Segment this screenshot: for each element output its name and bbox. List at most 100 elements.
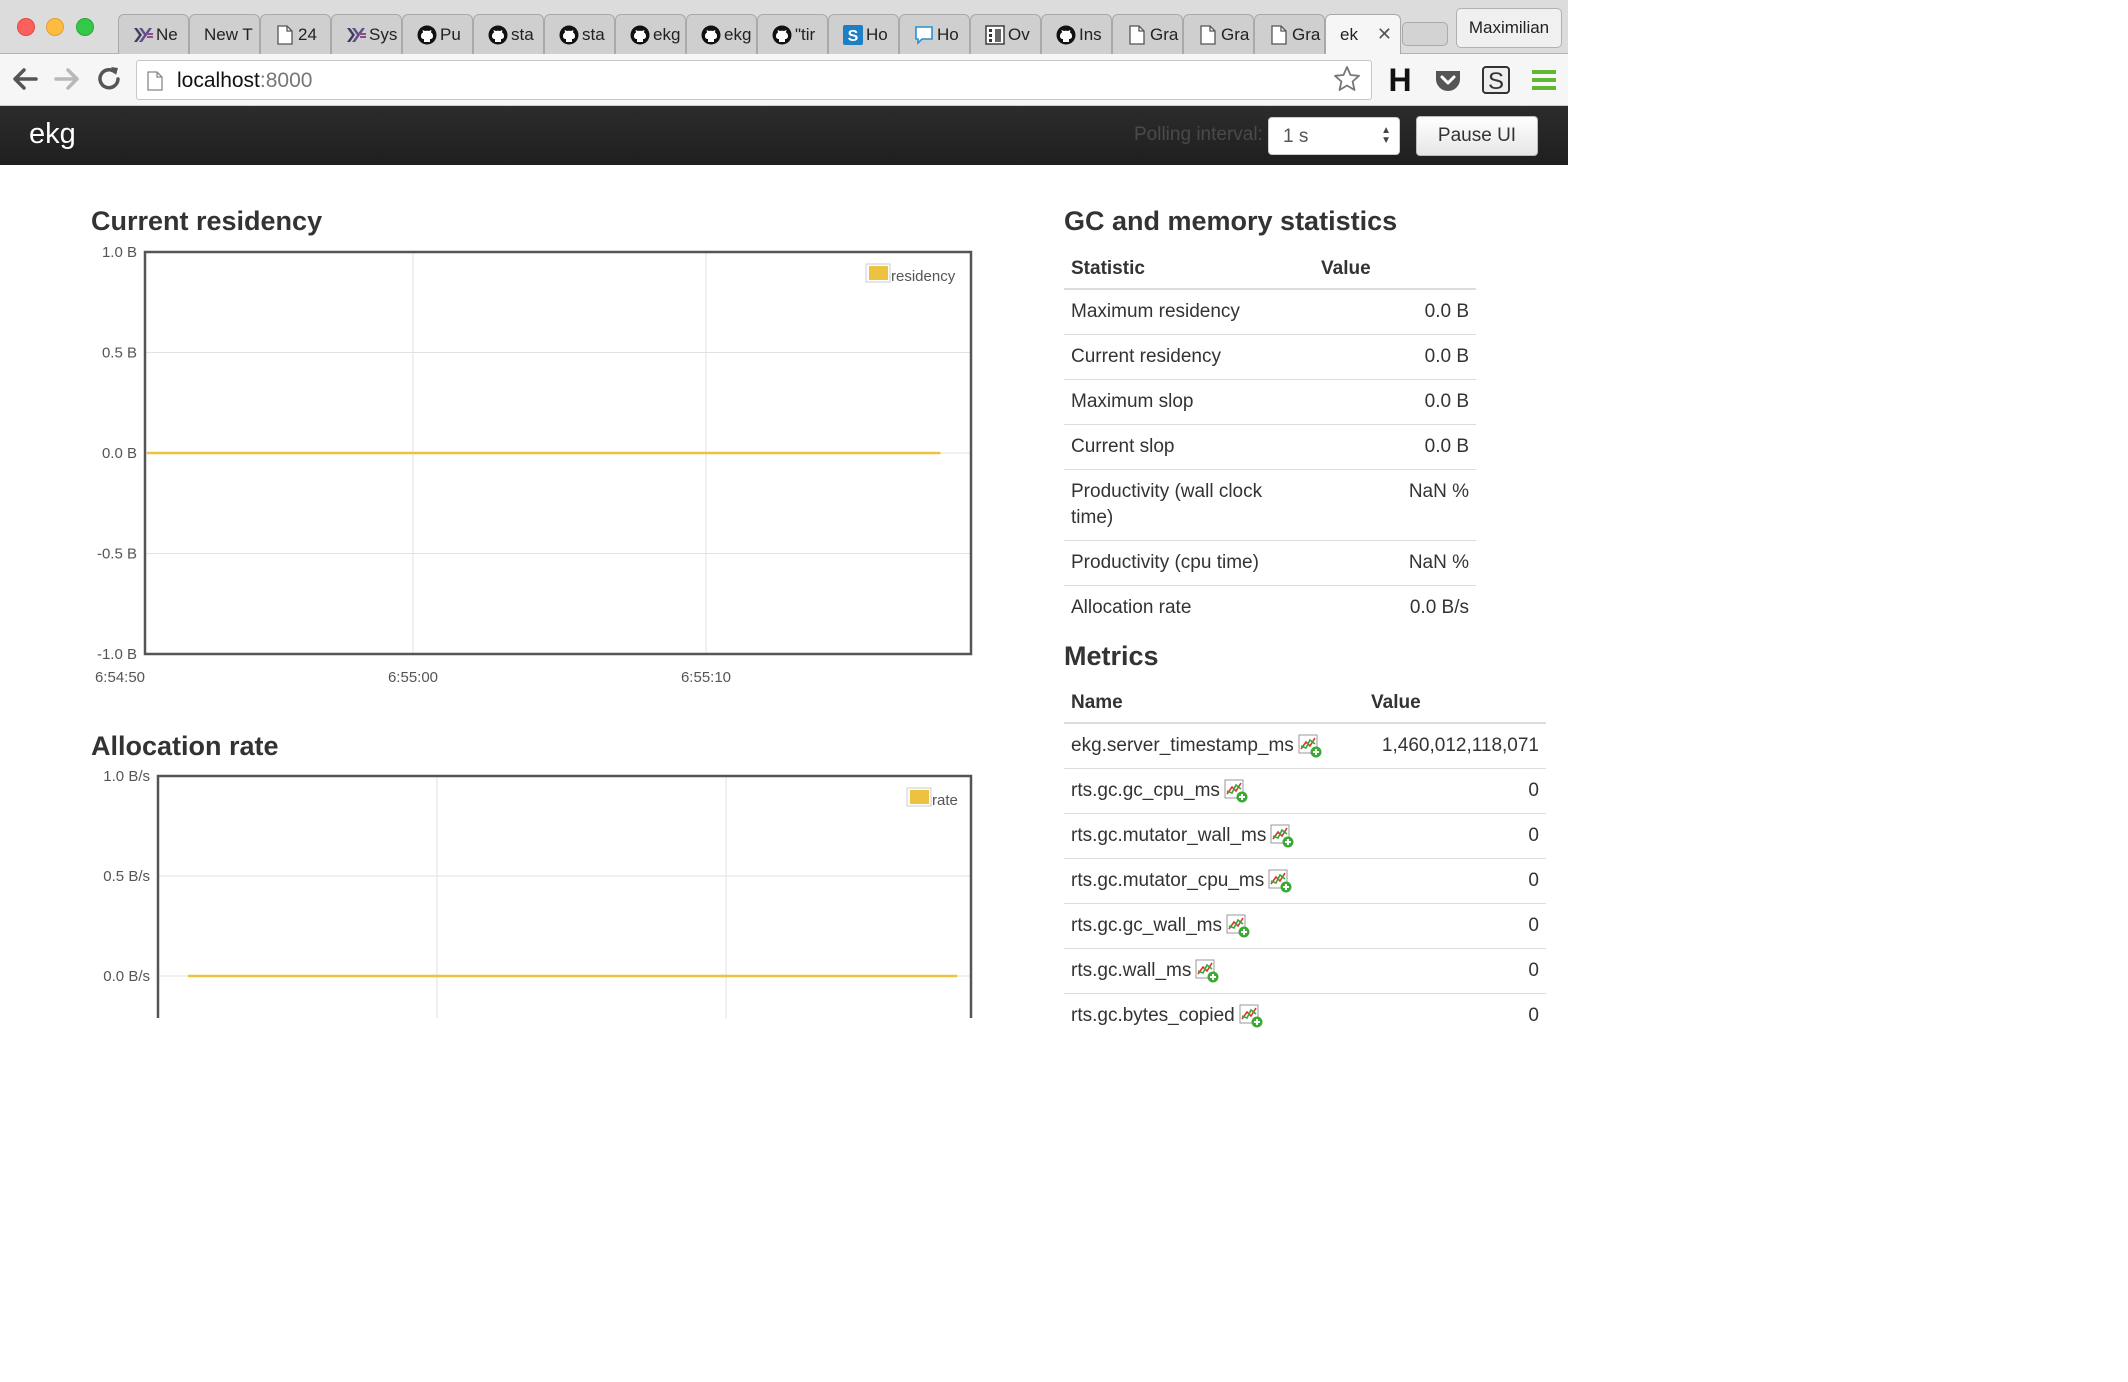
add-graph-icon[interactable] <box>1268 869 1292 893</box>
metric-row: rts.gc.wall_ms 0 <box>1064 948 1546 994</box>
metric-value-column-header: Value <box>1364 684 1546 724</box>
gc-stat-row: Productivity (wall clock time) NaN % <box>1064 469 1476 541</box>
forward-arrow-icon[interactable] <box>52 64 82 94</box>
gc-stat-row: Maximum slop 0.0 B <box>1064 379 1476 425</box>
y-tick-label: 1.0 B <box>102 244 137 261</box>
allocation-chart-title: Allocation rate <box>91 731 279 761</box>
metric-name-cell: rts.gc.mutator_wall_ms <box>1064 813 1364 859</box>
metric-row: rts.gc.mutator_wall_ms 0 <box>1064 813 1546 859</box>
browser-tab[interactable]: Ins <box>1041 14 1112 54</box>
tab-active[interactable]: ek ✕ <box>1325 14 1401 54</box>
gc-stats-table: Statistic Value Maximum residency 0.0 B Cu… <box>1064 250 1476 630</box>
gc-stat-row: Productivity (cpu time) NaN % <box>1064 540 1476 586</box>
x-tick-label: 6:54:50 <box>95 669 145 686</box>
browser-tab[interactable]: "tir <box>757 14 828 54</box>
pocket-extension-icon[interactable] <box>1432 64 1464 96</box>
metric-row: rts.gc.gc_wall_ms 0 <box>1064 903 1546 949</box>
metric-value: 0 <box>1364 993 1546 1038</box>
profile-button[interactable]: Maximilian <box>1456 8 1562 48</box>
browser-tab[interactable]: ekg <box>615 14 686 54</box>
browser-tab[interactable]: Pu <box>402 14 473 54</box>
browser-tab[interactable]: Ne <box>118 14 189 54</box>
browser-tab[interactable]: Gra <box>1112 14 1183 54</box>
add-graph-icon[interactable] <box>1224 779 1248 803</box>
browser-tab[interactable]: S Ho <box>828 14 899 54</box>
github-icon <box>701 25 721 45</box>
gc-stat-value: 0.0 B <box>1314 379 1476 425</box>
metrics-header-row: Name Value <box>1064 684 1546 724</box>
s-extension-icon[interactable]: S <box>1480 64 1512 96</box>
svg-text:S: S <box>1488 68 1504 95</box>
hamburger-menu-icon[interactable] <box>1528 64 1560 96</box>
y-tick-label: -0.5 B <box>97 546 137 563</box>
metrics-title: Metrics <box>1064 641 1159 671</box>
browser-tab[interactable]: Ho <box>899 14 970 54</box>
brand-logo[interactable]: ekg <box>29 118 76 151</box>
bookmark-star-icon[interactable] <box>1333 65 1361 100</box>
metric-name-cell: rts.gc.gc_cpu_ms <box>1064 768 1364 814</box>
residency-chart-title: Current residency <box>91 206 323 236</box>
y-tick-label: 0.0 B/s <box>103 968 150 985</box>
legend-swatch <box>869 266 888 280</box>
metric-name: rts.gc.mutator_cpu_ms <box>1071 870 1265 891</box>
add-graph-icon[interactable] <box>1195 959 1219 983</box>
browser-tab[interactable]: Ov <box>970 14 1041 54</box>
gc-stat-name: Allocation rate <box>1064 585 1314 630</box>
metric-value: 0 <box>1364 903 1546 949</box>
add-graph-icon[interactable] <box>1239 1004 1263 1028</box>
gc-stat-value: 0.0 B <box>1314 288 1476 335</box>
metric-row: rts.gc.bytes_copied 0 <box>1064 993 1546 1038</box>
browser-tab[interactable]: Gra <box>1254 14 1325 54</box>
tab-label: sta <box>582 24 605 44</box>
browser-tab[interactable]: New T <box>189 14 260 54</box>
add-graph-icon[interactable] <box>1298 734 1322 758</box>
metric-name-cell: rts.gc.wall_ms <box>1064 948 1364 994</box>
tab-label: Gra <box>1292 24 1321 44</box>
minimize-window-button[interactable] <box>46 18 64 36</box>
metric-name: rts.gc.gc_cpu_ms <box>1071 780 1220 801</box>
github-icon <box>488 25 508 45</box>
tab-label: ek <box>1340 24 1358 44</box>
gc-stat-row: Current slop 0.0 B <box>1064 424 1476 470</box>
h-extension-icon[interactable]: H <box>1384 64 1416 96</box>
tab-label: ekg <box>653 24 681 44</box>
new-tab-button[interactable] <box>1402 22 1448 46</box>
metric-row: ekg.server_timestamp_ms 1,460,012,118,071 <box>1064 722 1546 769</box>
name-column-header: Name <box>1064 684 1364 724</box>
document-icon <box>1269 24 1289 45</box>
browser-tab[interactable]: ekg <box>686 14 757 54</box>
metric-row: rts.gc.mutator_cpu_ms 0 <box>1064 858 1546 904</box>
polling-interval-select[interactable]: 1 s ▲ ▼ <box>1268 117 1400 155</box>
allocation-chart: 1.0 B/s 0.5 B/s 0.0 B/s rate <box>103 768 973 1018</box>
gc-stat-name: Maximum residency <box>1064 288 1314 335</box>
close-tab-icon[interactable]: ✕ <box>1377 24 1392 45</box>
add-graph-icon[interactable] <box>1226 914 1250 938</box>
address-bar[interactable]: localhost:8000 <box>136 60 1372 100</box>
browser-tab[interactable]: 24 <box>260 14 331 54</box>
metric-name: ekg.server_timestamp_ms <box>1071 735 1294 756</box>
reload-icon[interactable] <box>94 64 124 94</box>
close-window-button[interactable] <box>17 18 35 36</box>
gc-stat-value: NaN % <box>1314 540 1476 586</box>
y-tick-label: -1.0 B <box>97 646 137 663</box>
zoom-window-button[interactable] <box>76 18 94 36</box>
github-icon <box>1056 25 1076 45</box>
browser-tab[interactable]: Gra <box>1183 14 1254 54</box>
gc-stat-row: Maximum residency 0.0 B <box>1064 288 1476 335</box>
browser-tab[interactable]: sta <box>473 14 544 54</box>
metric-row: rts.gc.gc_cpu_ms 0 <box>1064 768 1546 814</box>
value-column-header: Value <box>1314 250 1476 290</box>
github-icon <box>559 25 579 45</box>
tab-label: Ho <box>866 24 888 44</box>
pause-ui-button[interactable]: Pause UI <box>1416 116 1538 156</box>
gc-stat-name: Productivity (cpu time) <box>1064 540 1314 586</box>
back-arrow-icon[interactable] <box>10 64 40 94</box>
browser-tab[interactable]: sta <box>544 14 615 54</box>
legend-swatch <box>910 790 929 804</box>
add-graph-icon[interactable] <box>1270 824 1294 848</box>
github-icon <box>772 25 792 45</box>
gc-stats-title: GC and memory statistics <box>1064 206 1398 236</box>
tab-label: Gra <box>1221 24 1250 44</box>
tab-label: "tir <box>795 24 816 44</box>
browser-tab[interactable]: Sys <box>331 14 402 54</box>
